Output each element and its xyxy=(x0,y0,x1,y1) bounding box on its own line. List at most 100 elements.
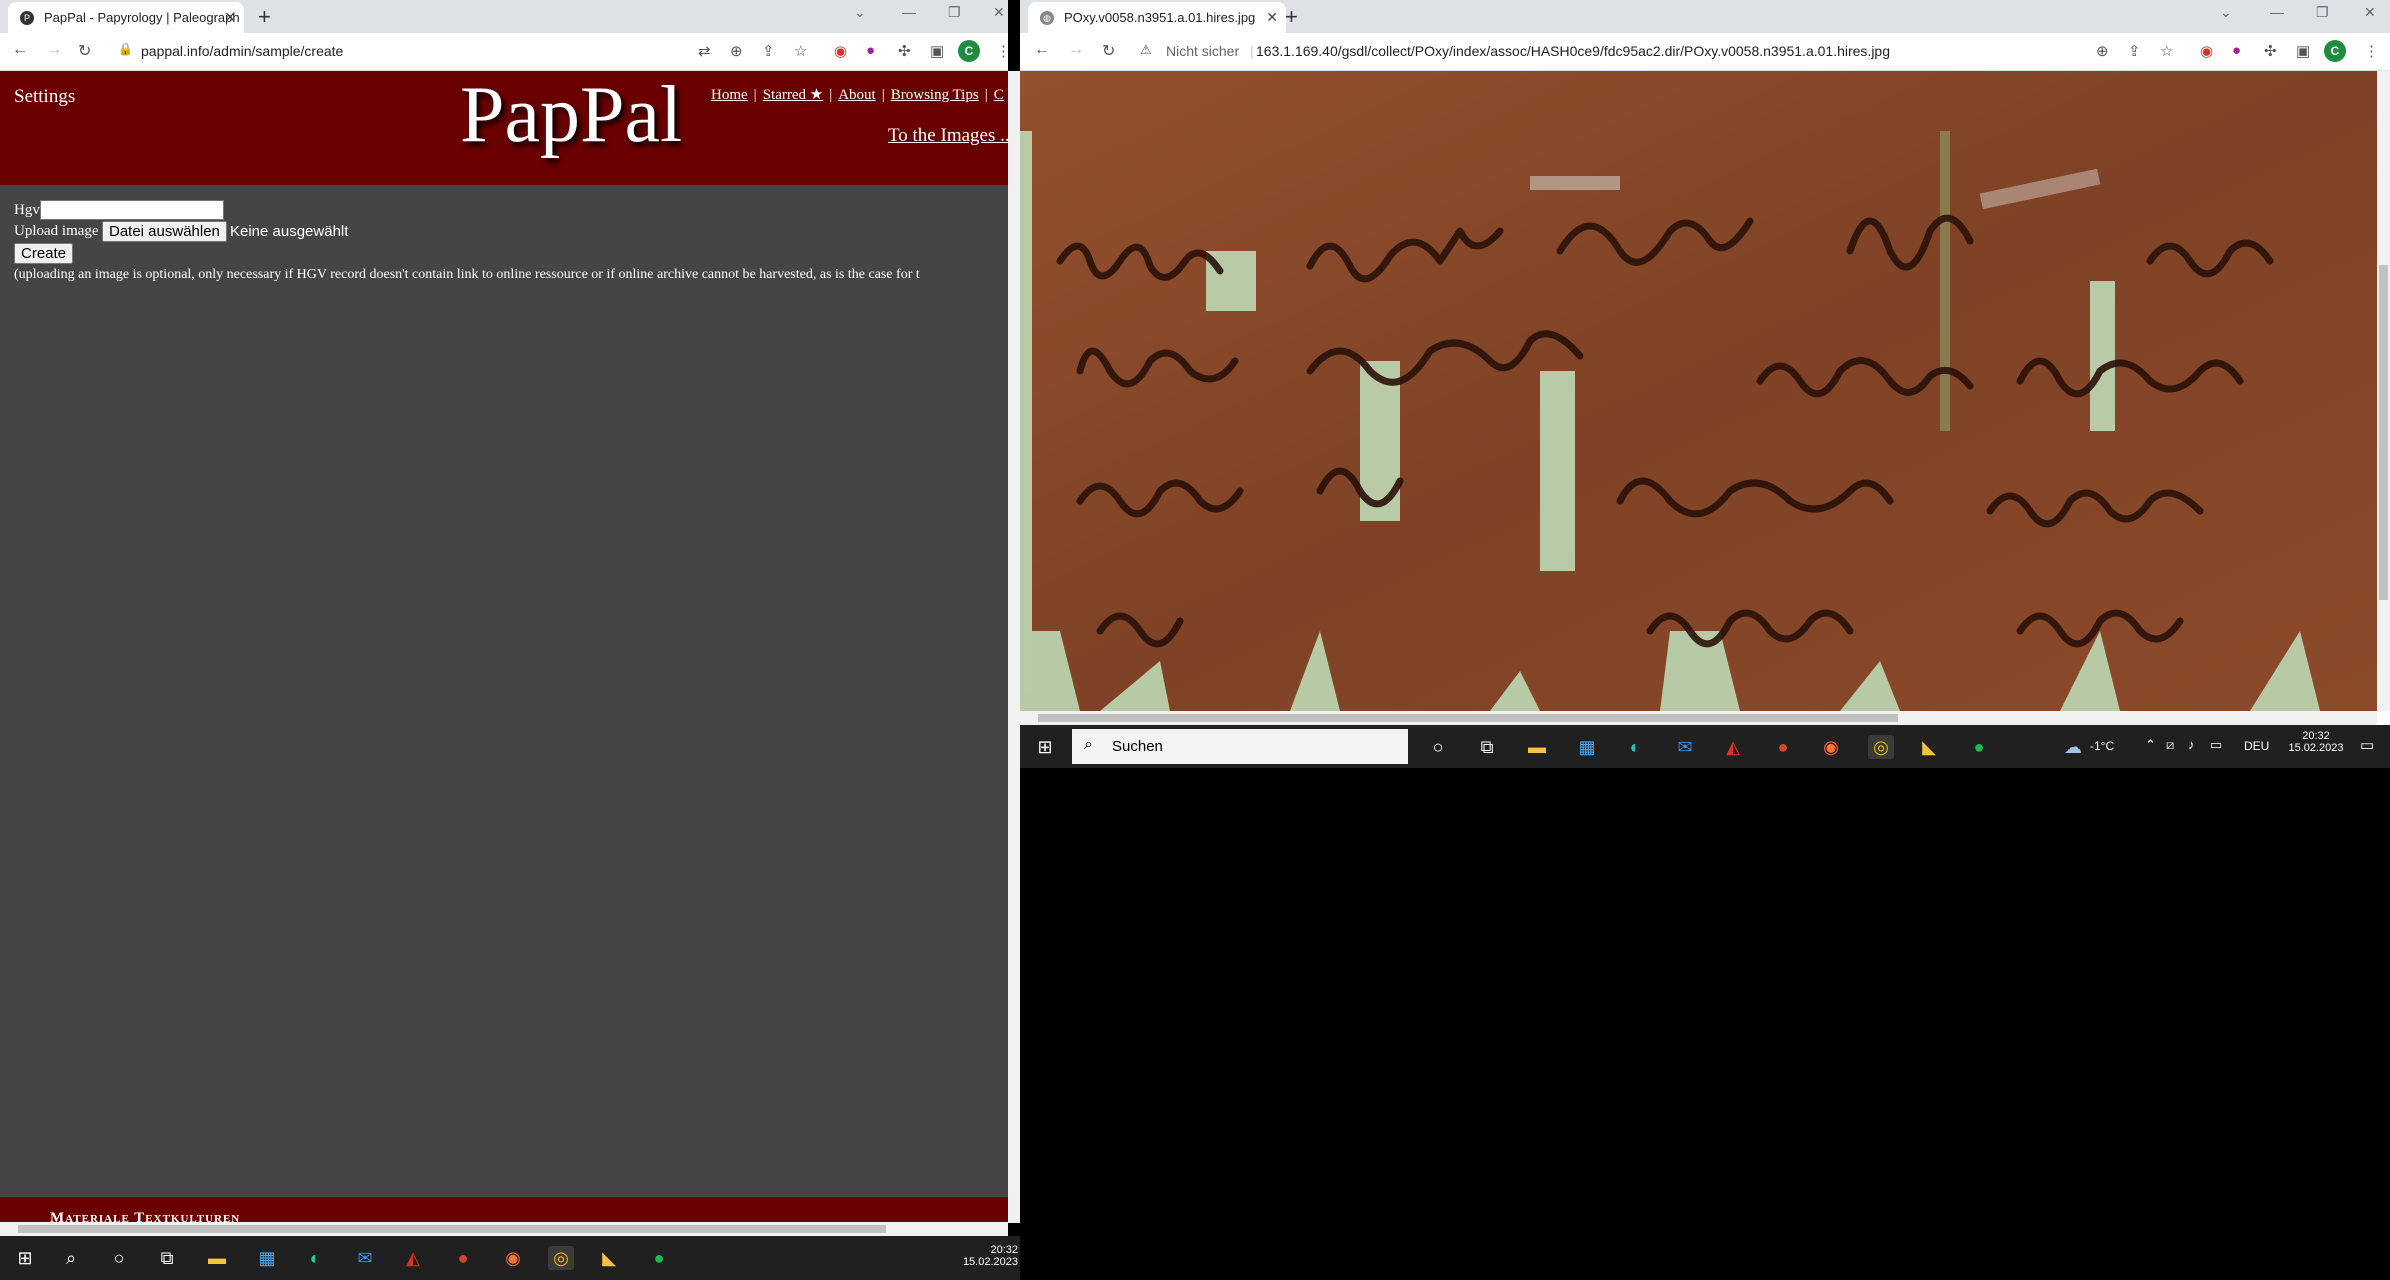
notes-icon[interactable]: ◣ xyxy=(1916,735,1942,759)
close-window-icon[interactable]: ✕ xyxy=(993,4,1005,21)
clock-left[interactable]: 20:32 15.02.2023 xyxy=(950,1244,1018,1268)
chrome-icon[interactable]: ◎ xyxy=(548,1246,574,1270)
globe-icon: ◍ xyxy=(1040,11,1054,25)
profile-avatar[interactable]: C xyxy=(2324,40,2346,62)
taskbar-search-box[interactable]: ⌕ Suchen xyxy=(1072,729,1408,764)
extension-purple-icon[interactable]: ● xyxy=(2232,42,2241,59)
url-field-right[interactable]: 163.1.169.40/gsdl/collect/POxy/index/ass… xyxy=(1256,43,1890,59)
zoom-icon[interactable]: ⊕ xyxy=(730,42,743,60)
file-explorer-icon[interactable]: ▬ xyxy=(1524,735,1550,759)
minimize-icon[interactable]: — xyxy=(2270,4,2284,20)
tab-image[interactable]: ◍ POxy.v0058.n3951.a.01.hires.jpg ✕ xyxy=(1028,2,1286,33)
forward-icon[interactable]: → xyxy=(1068,41,1084,59)
bookmark-star-icon[interactable]: ☆ xyxy=(794,42,807,60)
file-explorer-icon[interactable]: ▬ xyxy=(204,1246,230,1270)
extension-red-icon[interactable]: ◉ xyxy=(2200,42,2213,60)
weather-temperature[interactable]: -1°C xyxy=(2090,739,2114,753)
back-icon[interactable]: ← xyxy=(12,41,28,59)
menu-icon[interactable]: ⋮ xyxy=(996,42,1008,60)
warning-icon[interactable]: ⚠ xyxy=(1140,42,1152,58)
acrobat-icon[interactable]: ◭ xyxy=(400,1246,426,1270)
translate-icon[interactable]: ⇄ xyxy=(698,42,711,60)
firefox-icon[interactable]: ◉ xyxy=(1818,735,1844,759)
microsoft-store-icon[interactable]: ▦ xyxy=(1574,735,1600,759)
spotify-icon[interactable]: ● xyxy=(1966,735,1992,759)
restore-icon[interactable]: ❐ xyxy=(948,4,961,21)
tab-search-icon[interactable]: ⌄ xyxy=(2220,4,2232,21)
task-view-icon[interactable]: ⧉ xyxy=(1474,735,1500,759)
task-view-icon[interactable]: ⧉ xyxy=(154,1246,180,1270)
url-field[interactable]: pappal.info/admin/sample/create xyxy=(141,43,343,59)
network-icon[interactable]: ⧄ xyxy=(2166,737,2174,753)
security-label[interactable]: Nicht sicher xyxy=(1166,43,1239,59)
notification-icon[interactable]: ▭ xyxy=(2360,736,2374,754)
zoom-icon[interactable]: ⊕ xyxy=(2096,42,2109,60)
pappal-logo[interactable]: PapPal xyxy=(460,70,682,161)
left-vertical-scrollbar[interactable] xyxy=(1008,71,1020,1223)
language-indicator[interactable]: DEU xyxy=(2244,739,2269,753)
microsoft-store-icon[interactable]: ▦ xyxy=(254,1246,280,1270)
edge-icon[interactable]: ◐ xyxy=(1622,735,1648,759)
choose-file-button[interactable]: Datei auswählen xyxy=(102,221,227,242)
share-icon[interactable]: ⇪ xyxy=(762,42,775,60)
back-icon[interactable]: ← xyxy=(1034,41,1050,59)
nav-browsing-tips[interactable]: Browsing Tips xyxy=(891,87,979,103)
nav-starred[interactable]: Starred ★ xyxy=(763,87,824,103)
close-tab-icon[interactable]: ✕ xyxy=(1266,9,1278,26)
bookmark-star-icon[interactable]: ☆ xyxy=(2160,42,2173,60)
extension-red-icon[interactable]: ◉ xyxy=(834,42,847,60)
right-horizontal-scrollbar-thumb[interactable] xyxy=(1038,714,1898,722)
chrome-icon[interactable]: ◎ xyxy=(1868,735,1894,759)
new-tab-icon[interactable]: + xyxy=(1285,4,1298,30)
restore-icon[interactable]: ❐ xyxy=(2316,4,2329,21)
acrobat-icon[interactable]: ◭ xyxy=(1720,735,1746,759)
to-the-images-link[interactable]: To the Images ... xyxy=(888,125,1008,147)
reload-icon[interactable]: ↻ xyxy=(78,41,91,61)
nav-about[interactable]: About xyxy=(838,87,876,103)
start-windows-icon[interactable]: ⊞ xyxy=(1032,735,1058,759)
settings-link[interactable]: Settings xyxy=(14,86,75,108)
edge-icon[interactable]: ◐ xyxy=(302,1246,328,1270)
nav-home[interactable]: Home xyxy=(711,87,748,103)
reload-icon[interactable]: ↻ xyxy=(1102,41,1115,61)
volume-icon[interactable]: ♪ xyxy=(2188,737,2195,752)
nav-more[interactable]: C xyxy=(994,87,1004,103)
profile-avatar[interactable]: C xyxy=(958,40,980,62)
mail-icon[interactable]: ✉ xyxy=(1672,735,1698,759)
papyrus-image[interactable] xyxy=(1020,71,2377,711)
hgv-input[interactable] xyxy=(40,200,224,220)
extensions-puzzle-icon[interactable]: ✣ xyxy=(898,42,911,60)
cortana-icon[interactable]: ○ xyxy=(106,1246,132,1270)
share-icon[interactable]: ⇪ xyxy=(2128,42,2141,60)
new-tab-icon[interactable]: + xyxy=(258,4,271,30)
forward-icon[interactable]: → xyxy=(46,41,62,59)
extension-purple-icon[interactable]: ● xyxy=(866,42,875,59)
mail-icon[interactable]: ✉ xyxy=(352,1246,378,1270)
upload-image-label: Upload image xyxy=(14,223,99,239)
weather-cloud-icon[interactable]: ☁ xyxy=(2060,735,2086,759)
extensions-puzzle-icon[interactable]: ✣ xyxy=(2264,42,2277,60)
tab-pappal[interactable]: P PapPal - Papyrology | Paleograph ✕ xyxy=(8,2,244,33)
right-vertical-scrollbar-thumb[interactable] xyxy=(2379,265,2388,600)
search-icon[interactable]: ⌕ xyxy=(58,1246,84,1270)
firefox-icon[interactable]: ◉ xyxy=(500,1246,526,1270)
cortana-icon[interactable]: ○ xyxy=(1425,735,1451,759)
tab-search-icon[interactable]: ⌄ xyxy=(854,4,866,21)
chevron-up-icon[interactable]: ⌃ xyxy=(2145,737,2156,753)
close-tab-icon[interactable]: ✕ xyxy=(224,9,236,26)
side-panel-icon[interactable]: ▣ xyxy=(2296,42,2310,60)
spotify-icon[interactable]: ● xyxy=(646,1246,672,1270)
powerpoint-icon[interactable]: ● xyxy=(1770,735,1796,759)
lock-icon[interactable]: 🔒 xyxy=(118,42,133,56)
clock-right[interactable]: 20:32 15.02.2023 xyxy=(2282,730,2350,754)
create-button[interactable]: Create xyxy=(14,243,74,264)
powerpoint-icon[interactable]: ● xyxy=(450,1246,476,1270)
horizontal-scrollbar-thumb[interactable] xyxy=(18,1225,886,1233)
menu-icon[interactable]: ⋮ xyxy=(2364,42,2379,60)
start-windows-icon[interactable]: ⊞ xyxy=(12,1246,38,1270)
notes-icon[interactable]: ◣ xyxy=(596,1246,622,1270)
close-window-icon[interactable]: ✕ xyxy=(2364,4,2376,21)
minimize-icon[interactable]: — xyxy=(902,4,916,20)
side-panel-icon[interactable]: ▣ xyxy=(930,42,944,60)
battery-icon[interactable]: ▭ xyxy=(2210,737,2222,753)
